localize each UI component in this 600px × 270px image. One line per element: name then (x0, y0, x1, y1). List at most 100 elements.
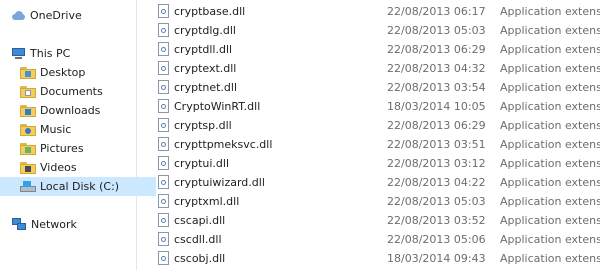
file-name: cryptext.dll (174, 62, 237, 75)
nav-item-documents[interactable]: Documents (0, 82, 156, 101)
file-row[interactable]: cryptui.dll 22/08/2013 03:12 Application… (150, 154, 600, 173)
dll-file-icon (158, 232, 169, 246)
network-icon (11, 218, 27, 231)
dll-file-icon (158, 194, 169, 208)
dll-file-icon (158, 156, 169, 170)
file-type: Application extens... (500, 214, 600, 227)
file-date: 22/08/2013 04:32 (387, 62, 486, 75)
dll-file-icon (158, 175, 169, 189)
nav-item-label: Downloads (40, 104, 101, 117)
file-name: cryptdll.dll (174, 43, 233, 56)
file-row[interactable]: cscobj.dll 18/03/2014 09:43 Application … (150, 249, 600, 268)
dll-file-icon (158, 213, 169, 227)
file-row[interactable]: cryptext.dll 22/08/2013 04:32 Applicatio… (150, 59, 600, 78)
nav-item-label: Local Disk (C:) (40, 180, 120, 193)
file-date: 22/08/2013 03:52 (387, 214, 486, 227)
folder-pictures-icon (20, 142, 36, 155)
file-type: Application extens... (500, 195, 600, 208)
file-date: 22/08/2013 06:29 (387, 43, 486, 56)
nav-item-label: Pictures (40, 142, 84, 155)
folder-desktop-icon (20, 66, 36, 79)
file-name: CryptoWinRT.dll (174, 100, 261, 113)
dll-file-icon (158, 251, 169, 265)
file-name: cryptsp.dll (174, 119, 232, 132)
file-date: 22/08/2013 03:54 (387, 81, 486, 94)
file-row[interactable]: cryptdll.dll 22/08/2013 06:29 Applicatio… (150, 40, 600, 59)
dll-file-icon (158, 118, 169, 132)
file-explorer-window: OneDrive This PC Desktop Documents Downl… (0, 0, 600, 270)
dll-file-icon (158, 42, 169, 56)
file-row[interactable]: cryptsp.dll 22/08/2013 06:29 Application… (150, 116, 600, 135)
file-row[interactable]: cryptxml.dll 22/08/2013 05:03 Applicatio… (150, 192, 600, 211)
file-type: Application extens... (500, 176, 600, 189)
dll-file-icon (158, 99, 169, 113)
nav-item-music[interactable]: Music (0, 120, 156, 139)
pc-icon (11, 47, 26, 60)
nav-item-local-disk[interactable]: Local Disk (C:) (0, 177, 156, 196)
file-row[interactable]: crypttpmeksvc.dll 22/08/2013 03:51 Appli… (150, 135, 600, 154)
nav-item-label: OneDrive (30, 9, 82, 22)
file-name: cryptbase.dll (174, 5, 246, 18)
file-type: Application extens... (500, 43, 600, 56)
file-name: cryptdlg.dll (174, 24, 236, 37)
navigation-pane: OneDrive This PC Desktop Documents Downl… (0, 0, 156, 270)
file-date: 18/03/2014 10:05 (387, 100, 486, 113)
file-type: Application extens... (500, 138, 600, 151)
file-row[interactable]: cryptdlg.dll 22/08/2013 05:03 Applicatio… (150, 21, 600, 40)
nav-item-label: Desktop (40, 66, 86, 79)
file-type: Application extens... (500, 5, 600, 18)
file-row[interactable]: cryptuiwizard.dll 22/08/2013 04:22 Appli… (150, 173, 600, 192)
file-name: cryptxml.dll (174, 195, 240, 208)
file-list: cryptbase.dll 22/08/2013 06:17 Applicati… (150, 0, 600, 270)
file-row[interactable]: cryptnet.dll 22/08/2013 03:54 Applicatio… (150, 78, 600, 97)
nav-item-label: This PC (30, 47, 71, 60)
file-date: 22/08/2013 06:17 (387, 5, 486, 18)
file-type: Application extens... (500, 233, 600, 246)
nav-item-downloads[interactable]: Downloads (0, 101, 156, 120)
file-row[interactable]: cscapi.dll 22/08/2013 03:52 Application … (150, 211, 600, 230)
nav-item-pictures[interactable]: Pictures (0, 139, 156, 158)
file-type: Application extens... (500, 157, 600, 170)
nav-item-this-pc[interactable]: This PC (0, 44, 147, 63)
file-row[interactable]: cryptbase.dll 22/08/2013 06:17 Applicati… (150, 2, 600, 21)
file-type: Application extens... (500, 62, 600, 75)
file-row[interactable]: CryptoWinRT.dll 18/03/2014 10:05 Applica… (150, 97, 600, 116)
dll-file-icon (158, 23, 169, 37)
dll-file-icon (158, 4, 169, 18)
file-name: cscobj.dll (174, 252, 226, 265)
file-type: Application extens... (500, 100, 600, 113)
file-name: cryptuiwizard.dll (174, 176, 265, 189)
file-name: cryptnet.dll (174, 81, 238, 94)
folder-music-icon (20, 123, 36, 136)
folder-videos-icon (20, 161, 36, 174)
file-date: 22/08/2013 05:06 (387, 233, 486, 246)
file-date: 22/08/2013 03:51 (387, 138, 486, 151)
cloud-icon (10, 10, 26, 21)
drive-icon (20, 180, 36, 193)
file-row[interactable]: cscdll.dll 22/08/2013 05:06 Application … (150, 230, 600, 249)
nav-item-label: Videos (40, 161, 77, 174)
dll-file-icon (158, 80, 169, 94)
nav-item-network[interactable]: Network (0, 215, 147, 234)
file-type: Application extens... (500, 81, 600, 94)
nav-item-label: Music (40, 123, 72, 136)
nav-item-desktop[interactable]: Desktop (0, 63, 156, 82)
file-name: cscdll.dll (174, 233, 222, 246)
nav-item-onedrive[interactable]: OneDrive (0, 6, 146, 25)
dll-file-icon (158, 61, 169, 75)
file-date: 22/08/2013 04:22 (387, 176, 486, 189)
nav-item-label: Documents (40, 85, 103, 98)
file-date: 18/03/2014 09:43 (387, 252, 486, 265)
dll-file-icon (158, 137, 169, 151)
file-name: crypttpmeksvc.dll (174, 138, 273, 151)
file-name: cryptui.dll (174, 157, 229, 170)
file-date: 22/08/2013 03:12 (387, 157, 486, 170)
folder-documents-icon (20, 85, 36, 98)
file-type: Application extens... (500, 252, 600, 265)
folder-downloads-icon (20, 104, 36, 117)
file-type: Application extens... (500, 119, 600, 132)
file-date: 22/08/2013 06:29 (387, 119, 486, 132)
nav-item-label: Network (31, 218, 77, 231)
file-date: 22/08/2013 05:03 (387, 24, 486, 37)
nav-item-videos[interactable]: Videos (0, 158, 156, 177)
